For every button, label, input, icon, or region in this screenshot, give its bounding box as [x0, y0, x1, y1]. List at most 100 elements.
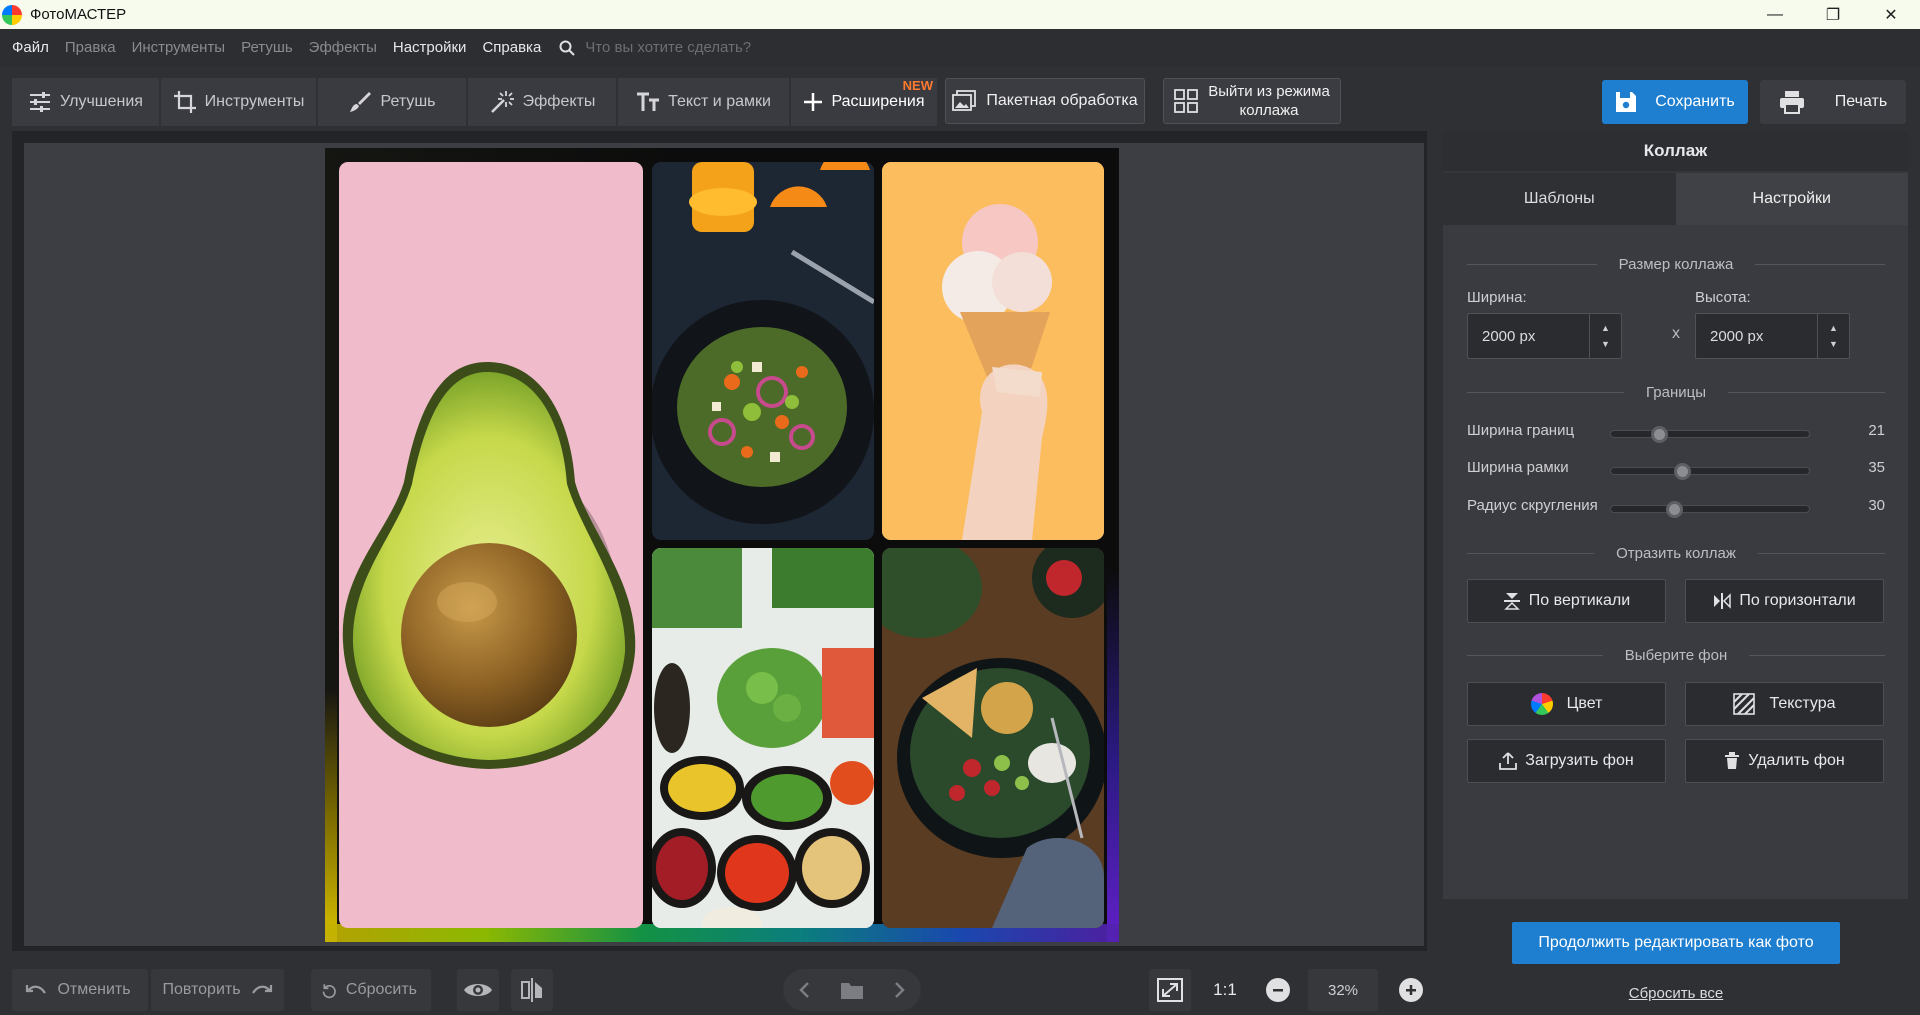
- exit-collage-button[interactable]: Выйти из режима коллажа: [1163, 78, 1341, 124]
- tab-retouch[interactable]: Ретушь: [318, 78, 466, 126]
- salad-image: [652, 162, 874, 540]
- zoom-out-button[interactable]: [1266, 978, 1290, 1002]
- minimize-button[interactable]: —: [1746, 0, 1804, 29]
- tab-tools[interactable]: Инструменты: [161, 78, 316, 126]
- minus-icon: [1273, 989, 1283, 992]
- tab-text-frames-label: Текст и рамки: [668, 93, 771, 110]
- times-sign: x: [1672, 325, 1680, 342]
- height-down-icon[interactable]: ▼: [1829, 336, 1838, 352]
- tab-extensions[interactable]: NEW Расширения: [791, 78, 937, 126]
- flip-vertical-icon: [1503, 593, 1520, 610]
- fit-screen-icon: [1157, 978, 1183, 1002]
- tab-enhancements-label: Улучшения: [60, 93, 143, 110]
- menu-settings[interactable]: Настройки: [393, 39, 467, 56]
- main-toolbar: Улучшения Инструменты Ретушь Эффекты Тек…: [12, 78, 1341, 126]
- flip-vertical-label: По вертикали: [1528, 592, 1631, 609]
- collage-preview[interactable]: [325, 148, 1119, 942]
- width-up-icon[interactable]: ▲: [1601, 320, 1610, 336]
- menu-help[interactable]: Справка: [482, 39, 541, 56]
- zoom-level[interactable]: 32%: [1308, 969, 1378, 1011]
- new-badge: NEW: [902, 78, 933, 93]
- prev-arrow-icon[interactable]: [798, 981, 810, 999]
- actual-size-button[interactable]: 1:1: [1204, 969, 1246, 1011]
- width-value: 2000 px: [1482, 327, 1536, 345]
- exit-collage-line1: Выйти из режима: [1208, 83, 1330, 100]
- menu-effects[interactable]: Эффекты: [309, 39, 377, 56]
- width-field[interactable]: 2000 px ▲ ▼: [1467, 313, 1622, 359]
- redo-button[interactable]: Повторить: [151, 969, 284, 1011]
- collage-grid-icon: [1174, 89, 1199, 113]
- save-button[interactable]: Сохранить: [1602, 80, 1748, 124]
- height-up-icon[interactable]: ▲: [1829, 320, 1838, 336]
- tab-templates[interactable]: Шаблоны: [1443, 173, 1676, 225]
- next-arrow-icon[interactable]: [894, 981, 906, 999]
- width-label: Ширина:: [1467, 289, 1527, 306]
- undo-button[interactable]: Отменить: [12, 969, 148, 1011]
- tab-text-frames[interactable]: Текст и рамки: [618, 78, 789, 126]
- background-stripe-right: [1107, 568, 1119, 942]
- frame-width-value: 35: [1868, 459, 1885, 476]
- border-width-slider[interactable]: [1610, 426, 1810, 443]
- image-stack-icon: [952, 90, 977, 111]
- width-down-icon[interactable]: ▼: [1601, 336, 1610, 352]
- reset-all-link[interactable]: Сбросить все: [1604, 985, 1748, 1002]
- collage-photo-bowl[interactable]: [882, 548, 1104, 928]
- delete-background-button[interactable]: Удалить фон: [1685, 739, 1884, 783]
- collage-photo-salad[interactable]: [652, 162, 874, 540]
- printer-icon: [1779, 91, 1804, 114]
- corner-radius-thumb[interactable]: [1666, 501, 1684, 518]
- flip-horizontal-button[interactable]: По горизонтали: [1685, 579, 1884, 623]
- texture-icon: [1733, 693, 1756, 715]
- panel-body: Размер коллажа Ширина: Высота: 2000 px ▲…: [1443, 225, 1908, 899]
- collage-photo-vegetables[interactable]: [652, 548, 874, 928]
- tab-enhancements[interactable]: Улучшения: [12, 78, 159, 126]
- floppy-disk-icon: [1616, 92, 1637, 112]
- menu-retouch[interactable]: Ретушь: [241, 39, 293, 56]
- print-label: Печать: [1834, 93, 1888, 110]
- width-stepper[interactable]: ▲ ▼: [1589, 314, 1621, 358]
- continue-editing-button[interactable]: Продолжить редактировать как фото: [1512, 922, 1840, 964]
- search-placeholder: Что вы хотите сделать?: [585, 39, 752, 56]
- upload-background-button[interactable]: Загрузить фон: [1467, 739, 1666, 783]
- corner-radius-slider[interactable]: [1610, 501, 1810, 518]
- upload-icon: [1499, 752, 1518, 770]
- frame-width-thumb[interactable]: [1674, 463, 1692, 480]
- background-texture-button[interactable]: Текстура: [1685, 682, 1884, 726]
- fit-to-screen-button[interactable]: [1149, 969, 1191, 1011]
- exit-collage-label: Выйти из режима коллажа: [1208, 82, 1330, 120]
- tab-effects-label: Эффекты: [522, 93, 596, 110]
- menu-tools[interactable]: Инструменты: [132, 39, 226, 56]
- print-button[interactable]: Печать: [1760, 80, 1906, 124]
- collage-photo-ice-cream[interactable]: [882, 162, 1104, 540]
- flip-horizontal-icon: [1714, 593, 1732, 609]
- compare-button[interactable]: [511, 969, 553, 1011]
- tab-effects[interactable]: Эффекты: [468, 78, 616, 126]
- close-button[interactable]: ✕: [1862, 0, 1920, 29]
- slider-row-corner-radius: Радиус скругления 30: [1467, 495, 1885, 519]
- menu-search[interactable]: Что вы хотите сделать?: [559, 39, 751, 56]
- tab-settings[interactable]: Настройки: [1675, 173, 1908, 225]
- menu-edit[interactable]: Правка: [65, 39, 116, 56]
- exit-collage-line2: коллажа: [1239, 102, 1299, 119]
- eye-icon: [464, 984, 492, 996]
- corner-radius-value: 30: [1868, 497, 1885, 514]
- height-stepper[interactable]: ▲ ▼: [1817, 314, 1849, 358]
- flip-vertical-button[interactable]: По вертикали: [1467, 579, 1666, 623]
- preview-button[interactable]: [457, 969, 499, 1011]
- tab-tools-label: Инструменты: [204, 93, 305, 110]
- redo-label: Повторить: [162, 981, 241, 998]
- menu-file[interactable]: Файл: [12, 39, 49, 56]
- height-field[interactable]: 2000 px ▲ ▼: [1695, 313, 1850, 359]
- frame-width-label: Ширина рамки: [1467, 459, 1569, 476]
- background-color-button[interactable]: Цвет: [1467, 682, 1666, 726]
- folder-icon[interactable]: [840, 980, 864, 1000]
- frame-width-slider[interactable]: [1610, 463, 1810, 480]
- reflect-section: Отразить коллаж: [1467, 545, 1886, 562]
- border-width-thumb[interactable]: [1650, 426, 1668, 443]
- reset-button[interactable]: Сбросить: [311, 969, 431, 1011]
- maximize-button[interactable]: ❐: [1804, 0, 1862, 29]
- zoom-in-button[interactable]: [1399, 978, 1423, 1002]
- batch-processing-button[interactable]: Пакетная обработка: [945, 78, 1145, 124]
- collage-photo-avocado[interactable]: [339, 162, 643, 928]
- text-icon: [637, 92, 660, 111]
